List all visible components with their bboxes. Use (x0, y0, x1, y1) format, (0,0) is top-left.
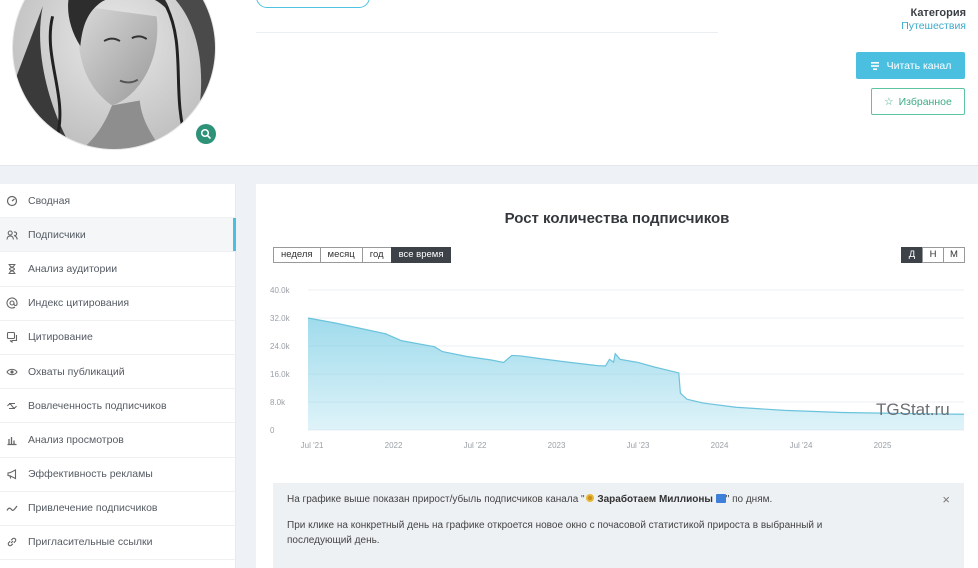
portrait-image (13, 0, 215, 149)
sidebar-item-label: Привлечение подписчиков (28, 502, 158, 515)
sidebar-item[interactable]: Подписчики (0, 218, 236, 253)
resolution-button[interactable]: М (943, 247, 965, 263)
notice-text: На графике выше показан прирост/убыль по… (287, 493, 950, 507)
range-button[interactable]: все время (390, 247, 452, 263)
y-tick-label: 8.0k (270, 398, 286, 407)
close-icon[interactable]: × (942, 492, 950, 507)
megaphone-icon (6, 468, 18, 480)
bar-chart-icon (6, 434, 18, 446)
resolution-button[interactable]: Д (901, 247, 923, 263)
x-tick-label: 2025 (874, 441, 892, 450)
hourglass-icon (6, 263, 18, 275)
flag-emoji-icon (715, 494, 726, 503)
range-selector: неделя месяц год все время (273, 247, 452, 263)
chart-title: Рост количества подписчиков (504, 210, 730, 227)
sidebar-item[interactable]: Сводная (0, 184, 235, 219)
notice-suffix: " по дням. (725, 494, 773, 505)
category-label: Категория (910, 7, 966, 19)
category-block: Категория Путешествия (901, 6, 966, 33)
y-tick-label: 40.0k (270, 286, 291, 295)
y-tick-label: 0 (270, 426, 275, 435)
favorite-label: Избранное (898, 95, 952, 108)
notice-prefix: На графике выше показан прирост/убыль по… (287, 494, 585, 505)
sidebar-item[interactable]: Эффективность рекламы (0, 458, 235, 492)
sidebar-nav: Сводная Подписчики Анализ аудитории Индекс … (0, 184, 236, 568)
engagement-icon (6, 400, 18, 412)
gauge-icon (6, 195, 18, 207)
eye-icon (6, 366, 18, 378)
quote-icon (6, 331, 18, 344)
category-link[interactable]: Путешествия (901, 20, 966, 33)
read-channel-button[interactable]: Читать канал (856, 52, 965, 79)
sidebar-item-label: Сводная (28, 194, 71, 207)
subscribers-panel: Рост количества подписчиков неделя месяц г… (256, 184, 978, 568)
list-icon (870, 61, 879, 70)
sidebar-item-label: Охваты публикаций (28, 365, 125, 378)
notice-channel-name: Заработаем Миллионы (597, 494, 713, 505)
link-icon (6, 536, 18, 548)
x-tick-label: Jul '23 (627, 441, 650, 450)
users-icon (6, 229, 18, 241)
divider (256, 32, 718, 33)
star-icon: ☆ (884, 95, 894, 108)
subscribers-chart[interactable]: 0 8.0k 16.0k 24.0k 32.0k 40.0k Jul '21 2022 Jul … (256, 276, 978, 466)
sidebar-item-label: Анализ аудитории (28, 262, 118, 275)
favorite-button[interactable]: ☆ Избранное (871, 88, 965, 115)
sidebar-item[interactable]: Анализ просмотров (0, 423, 235, 458)
y-tick-label: 16.0k (270, 370, 291, 379)
range-button[interactable]: год (361, 247, 392, 263)
channel-avatar (12, 0, 216, 150)
notice-hint: При клике на конкретный день на графике … (287, 520, 823, 546)
trend-icon (6, 502, 18, 514)
top-outline-button[interactable] (256, 0, 370, 8)
sidebar-item[interactable]: Привлечение подписчиков (0, 492, 235, 526)
sidebar-item-label: Анализ просмотров (28, 433, 124, 446)
sidebar-item-label: Цитирование (28, 331, 93, 344)
sidebar-item[interactable]: Индекс цитирования (0, 287, 235, 321)
x-tick-label: 2022 (385, 441, 403, 450)
info-notice: На графике выше показан прирост/убыль по… (273, 483, 964, 568)
y-tick-label: 24.0k (270, 342, 291, 351)
sidebar-item-label: Подписчики (28, 228, 86, 241)
x-tick-label: Jul '24 (790, 441, 813, 450)
sidebar-item[interactable]: Анализ аудитории (0, 252, 235, 287)
at-icon (6, 297, 18, 309)
sidebar-item-label: Пригласительные ссылки (28, 536, 153, 549)
range-button[interactable]: неделя (273, 247, 321, 263)
resolution-button[interactable]: Н (922, 247, 944, 263)
x-tick-label: 2023 (548, 441, 566, 450)
sidebar-item[interactable]: Пригласительные ссылки (0, 526, 235, 561)
read-channel-label: Читать канал (886, 59, 952, 72)
sidebar-item-label: Вовлеченность подписчиков (28, 399, 167, 412)
magnifier-icon (200, 128, 212, 140)
zoom-avatar-button[interactable] (196, 124, 216, 144)
sidebar-item[interactable]: Вовлеченность подписчиков (0, 389, 235, 424)
sidebar-item-label: Индекс цитирования (28, 297, 130, 310)
watermark: TGStat.ru (876, 400, 950, 419)
range-button[interactable]: месяц (319, 247, 363, 263)
sidebar-item-label: Эффективность рекламы (28, 468, 153, 481)
coin-emoji-icon (585, 494, 594, 502)
y-tick-label: 32.0k (270, 314, 291, 323)
resolution-selector: ДНМ (901, 247, 965, 263)
sidebar-item[interactable]: Охваты публикаций (0, 355, 235, 390)
x-tick-label: Jul '22 (464, 441, 487, 450)
sidebar-item[interactable]: Цитирование (0, 321, 235, 355)
channel-header: Категория Путешествия Читать канал ☆ Изб… (0, 0, 978, 166)
x-tick-label: Jul '21 (301, 441, 324, 450)
x-tick-label: 2024 (711, 441, 729, 450)
